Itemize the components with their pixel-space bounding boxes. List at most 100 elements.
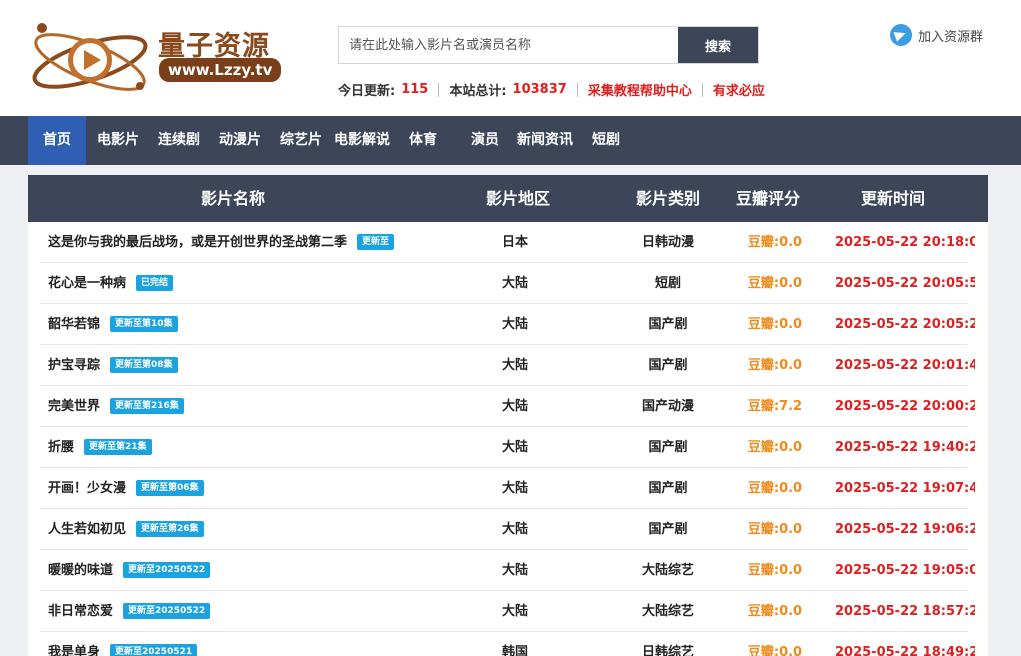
video-title-link[interactable]: 开画！少女漫 <box>48 481 126 496</box>
video-title-cell: 完美世界 更新至第216集 <box>48 386 418 427</box>
area-cell: 日本 <box>501 235 528 250</box>
table-header: 影片名称 影片地区 影片类别 豆瓣评分 更新时间 <box>28 175 988 222</box>
area-cell: 大陆 <box>501 481 528 496</box>
area-cell: 大陆 <box>501 440 528 455</box>
time-cell: 2025-05-22 19:06:24 <box>835 522 975 537</box>
video-title-link[interactable]: 护宝寻踪 <box>48 358 100 373</box>
divider <box>438 82 440 97</box>
site-logo[interactable]: 量子资源 www.Lzzy.tv <box>28 14 290 114</box>
score-cell: 豆瓣:0.0 <box>747 645 803 656</box>
table-row[interactable]: 开画！少女漫 更新至第06集 大陆 国产剧 豆瓣:0.0 2025-05-22 19:07… <box>40 468 975 509</box>
video-title-link[interactable]: 非日常恋爱 <box>48 604 113 619</box>
time-cell: 2025-05-22 19:40:29 <box>835 440 975 455</box>
today-update-count: 115 <box>401 82 429 97</box>
type-cell: 国产剧 <box>648 440 688 455</box>
video-title-link[interactable]: 完美世界 <box>48 399 100 414</box>
video-title-cell: 折腰 更新至第21集 <box>48 427 418 468</box>
divider <box>701 82 703 97</box>
video-title-cell: 开画！少女漫 更新至第06集 <box>48 468 418 509</box>
join-group-link[interactable]: 加入资源群 <box>890 24 983 46</box>
table-row[interactable]: 我是单身 更新至20250521 韩国 日韩综艺 豆瓣:0.0 2025-05-22 18… <box>40 632 975 656</box>
status-badge: 更新至 <box>357 233 395 250</box>
table-row[interactable]: 非日常恋爱 更新至20250522 大陆 大陆综艺 豆瓣:0.0 2025-05-22 1… <box>40 591 975 632</box>
nav-movies[interactable]: 电影片 <box>91 116 145 165</box>
area-cell: 大陆 <box>501 276 528 291</box>
site-header: 量子资源 www.Lzzy.tv 搜索 今日更新: 115 本站总计: 1038… <box>0 0 1021 116</box>
type-cell: 大陆综艺 <box>641 604 694 619</box>
video-title-cell: 人生若如初见 更新至第26集 <box>48 509 418 550</box>
status-badge: 更新至20250522 <box>123 602 211 619</box>
video-title-link[interactable]: 折腰 <box>48 440 74 455</box>
brand-url: www.Lzzy.tv <box>159 58 282 82</box>
table-row[interactable]: 这是你与我的最后战场，或是开创世界的圣战第二季 更新至 日本 日韩动漫 豆瓣:0.0 20… <box>40 222 975 263</box>
video-title-cell: 暖暖的味道 更新至20250522 <box>48 550 418 591</box>
type-cell: 日韩动漫 <box>641 235 694 250</box>
time-cell: 2025-05-22 18:57:29 <box>835 604 975 619</box>
site-stats: 今日更新: 115 本站总计: 103837 采集教程帮助中心 有求必应 <box>338 80 765 99</box>
video-title-cell: 这是你与我的最后战场，或是开创世界的圣战第二季 更新至 <box>48 222 418 263</box>
table-row[interactable]: 暖暖的味道 更新至20250522 大陆 大陆综艺 豆瓣:0.0 2025-05-22 1… <box>40 550 975 591</box>
video-title-link[interactable]: 暖暖的味道 <box>48 563 113 578</box>
video-title-link[interactable]: 花心是一种病 <box>48 276 126 291</box>
today-update-label: 今日更新: <box>338 84 396 99</box>
table-row[interactable]: 护宝寻踪 更新至第08集 大陆 国产剧 豆瓣:0.0 2025-05-22 20:01:4… <box>40 345 975 386</box>
update-list-panel: 影片名称 影片地区 影片类别 豆瓣评分 更新时间 这是你与我的最后战场，或是开创… <box>28 175 988 656</box>
area-cell: 大陆 <box>501 317 528 332</box>
time-cell: 2025-05-22 20:05:57 <box>835 276 975 291</box>
score-cell: 豆瓣:0.0 <box>747 604 803 619</box>
help-center-link[interactable]: 采集教程帮助中心 <box>588 80 692 99</box>
table-row[interactable]: 韶华若锦 更新至第10集 大陆 国产剧 豆瓣:0.0 2025-05-22 20:05:2… <box>40 304 975 345</box>
type-cell: 国产剧 <box>648 317 688 332</box>
score-cell: 豆瓣:0.0 <box>747 481 803 496</box>
status-badge: 更新至第21集 <box>84 438 152 455</box>
video-title-link[interactable]: 韶华若锦 <box>48 317 100 332</box>
status-badge: 更新至第216集 <box>110 397 184 414</box>
nav-home[interactable]: 首页 <box>28 116 86 165</box>
type-cell: 国产动漫 <box>641 399 694 414</box>
status-badge: 更新至第26集 <box>136 520 204 537</box>
nav-series[interactable]: 连续剧 <box>152 116 206 165</box>
request-link[interactable]: 有求必应 <box>713 80 765 99</box>
status-badge: 更新至第10集 <box>110 315 178 332</box>
time-cell: 2025-05-22 19:07:46 <box>835 481 975 496</box>
site-total-count: 103837 <box>512 82 567 97</box>
score-cell: 豆瓣:0.0 <box>747 276 803 291</box>
video-title-cell: 非日常恋爱 更新至20250522 <box>48 591 418 632</box>
logo-emblem-icon <box>32 23 148 91</box>
nav-sports[interactable]: 体育 <box>400 116 446 165</box>
score-cell: 豆瓣:0.0 <box>747 317 803 332</box>
table-row[interactable]: 折腰 更新至第21集 大陆 国产剧 豆瓣:0.0 2025-05-22 19:40:29 <box>40 427 975 468</box>
search-button[interactable]: 搜索 <box>678 27 758 63</box>
table-row[interactable]: 花心是一种病 已完结 大陆 短剧 豆瓣:0.0 2025-05-22 20:05:57 <box>40 263 975 304</box>
nav-movie-commentary[interactable]: 电影解说 <box>331 116 393 165</box>
status-badge: 已完结 <box>136 274 174 291</box>
type-cell: 国产剧 <box>648 522 688 537</box>
video-title-cell: 花心是一种病 已完结 <box>48 263 418 304</box>
score-cell: 豆瓣:0.0 <box>747 522 803 537</box>
status-badge: 更新至20250522 <box>123 561 211 578</box>
nav-actors[interactable]: 演员 <box>462 116 508 165</box>
score-cell: 豆瓣:7.2 <box>747 399 803 414</box>
table-row[interactable]: 人生若如初见 更新至第26集 大陆 国产剧 豆瓣:0.0 2025-05-22 19:06… <box>40 509 975 550</box>
nav-anime[interactable]: 动漫片 <box>213 116 267 165</box>
score-cell: 豆瓣:0.0 <box>747 358 803 373</box>
nav-variety[interactable]: 综艺片 <box>274 116 328 165</box>
header-score: 豆瓣评分 <box>735 189 800 208</box>
type-cell: 大陆综艺 <box>641 563 694 578</box>
nav-news[interactable]: 新闻资讯 <box>513 116 577 165</box>
status-badge: 更新至第06集 <box>136 479 204 496</box>
nav-short-drama[interactable]: 短剧 <box>584 116 628 165</box>
score-cell: 豆瓣:0.0 <box>747 563 803 578</box>
header-area: 影片地区 <box>485 189 550 208</box>
score-cell: 豆瓣:0.0 <box>747 440 803 455</box>
video-title-link[interactable]: 这是你与我的最后战场，或是开创世界的圣战第二季 <box>48 235 347 250</box>
area-cell: 大陆 <box>501 358 528 373</box>
area-cell: 韩国 <box>501 645 528 656</box>
video-title-link[interactable]: 我是单身 <box>48 645 100 656</box>
search-bar: 搜索 <box>338 26 759 64</box>
status-badge: 更新至第08集 <box>110 356 178 373</box>
type-cell: 国产剧 <box>648 358 688 373</box>
video-title-link[interactable]: 人生若如初见 <box>48 522 126 537</box>
table-row[interactable]: 完美世界 更新至第216集 大陆 国产动漫 豆瓣:7.2 2025-05-22 20:00… <box>40 386 975 427</box>
search-input[interactable] <box>339 27 678 63</box>
